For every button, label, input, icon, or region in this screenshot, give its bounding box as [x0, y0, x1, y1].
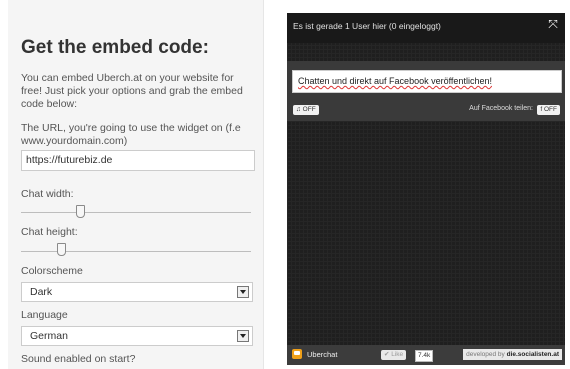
uberchat-logo-icon: [292, 349, 302, 359]
chevron-down-icon[interactable]: [237, 286, 249, 298]
language-select[interactable]: German: [21, 326, 253, 346]
chevron-down-icon[interactable]: [237, 330, 249, 342]
online-status: Es ist gerade 1 User hier (0 eingeloggt): [293, 21, 441, 31]
brand-name[interactable]: Uberchat: [307, 350, 337, 359]
developer-credit-prefix: developed by: [466, 351, 505, 358]
chat-message-placeholder: Chatten und direkt auf Facebook veröffen…: [298, 76, 492, 86]
sound-label: Sound enabled on start?: [21, 353, 136, 365]
widget-footer: Uberchat ✔ Like 7.4k developed by die.so…: [287, 345, 565, 365]
facebook-share-label: Auf Facebook teilen:: [469, 105, 533, 112]
chat-message-input[interactable]: Chatten und direkt auf Facebook veröffen…: [292, 70, 562, 93]
developer-credit[interactable]: developed by die.socialisten.at: [463, 349, 562, 360]
sound-toggle-button[interactable]: ♫ OFF: [293, 105, 319, 115]
chat-width-slider[interactable]: [21, 212, 251, 213]
widget-compose-area: Chatten und direkt auf Facebook veröffen…: [287, 61, 565, 121]
language-label: Language: [21, 309, 68, 321]
embed-panel: Get the embed code: You can embed Uberch…: [8, 0, 264, 369]
developer-credit-site[interactable]: die.socialisten.at: [507, 351, 559, 358]
widget-header: Es ist gerade 1 User hier (0 eingeloggt)…: [287, 13, 565, 43]
language-value: German: [30, 330, 68, 342]
chat-height-handle[interactable]: [57, 243, 66, 256]
facebook-share-toggle[interactable]: f OFF: [537, 105, 560, 115]
chat-widget-preview: Es ist gerade 1 User hier (0 eingeloggt)…: [287, 13, 565, 365]
chat-height-slider[interactable]: [21, 251, 251, 252]
like-button[interactable]: ✔ Like: [381, 350, 407, 360]
colorscheme-select[interactable]: Dark: [21, 282, 253, 302]
colorscheme-label: Colorscheme: [21, 265, 83, 277]
url-label: The URL, you're going to use the widget …: [21, 122, 241, 147]
like-count: 7.4k: [415, 350, 434, 362]
intro-text: You can embed Uberch.at on your website …: [21, 72, 243, 110]
colorscheme-value: Dark: [30, 286, 53, 298]
chat-height-label: Chat height:: [21, 226, 78, 238]
chat-width-handle[interactable]: [76, 205, 85, 218]
chat-width-label: Chat width:: [21, 188, 74, 200]
url-input[interactable]: https://futurebiz.de: [21, 150, 255, 171]
expand-icon[interactable]: ⤧: [547, 18, 559, 30]
page-title: Get the embed code:: [21, 37, 209, 58]
